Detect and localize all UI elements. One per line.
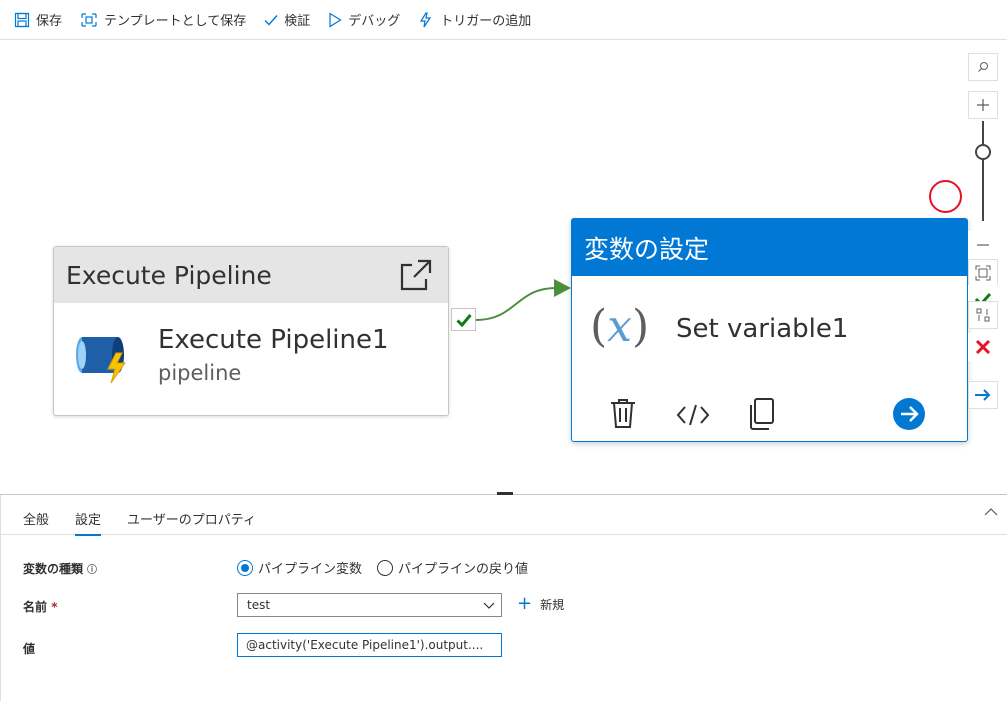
code-icon[interactable]: [676, 403, 710, 427]
checkmark-icon: [264, 14, 278, 26]
tab-settings[interactable]: 設定: [75, 509, 102, 536]
chevron-up-icon[interactable]: [984, 507, 998, 517]
value-expression-input[interactable]: @activity('Execute Pipeline1').output...…: [237, 633, 502, 657]
activity-name: Execute Pipeline1: [158, 325, 389, 355]
variable-type-label: 変数の種類 ⓘ: [23, 560, 97, 577]
activity-header: 変数の設定: [572, 219, 967, 276]
property-tabs: 全般 設定 ユーザーのプロパティ: [1, 495, 1007, 536]
tab-user-properties[interactable]: ユーザーのプロパティ: [127, 509, 256, 528]
zoom-out-button[interactable]: [968, 231, 998, 259]
new-variable-button[interactable]: + 新規: [517, 595, 564, 613]
save-as-template-button[interactable]: テンプレートとして保存: [80, 0, 246, 40]
radio-unselected-indicator: [377, 559, 393, 576]
fit-icon: [975, 265, 991, 281]
new-variable-label: 新規: [540, 597, 565, 612]
error-indicator-circle: [929, 180, 962, 213]
zoom-slider-track[interactable]: [982, 121, 984, 221]
activity-header: Execute Pipeline: [54, 247, 448, 303]
auto-align-icon: [976, 308, 990, 322]
save-button[interactable]: 保存: [14, 0, 62, 40]
plus-icon: +: [517, 593, 533, 614]
delete-icon[interactable]: [608, 397, 638, 429]
info-icon[interactable]: ⓘ: [87, 565, 97, 576]
activity-type-label: Execute Pipeline: [66, 260, 272, 290]
variable-name-dropdown[interactable]: test: [237, 593, 502, 617]
arrow-circle-icon[interactable]: [892, 397, 926, 431]
radio-pipeline-variable-label: パイプライン変数: [258, 562, 363, 577]
activity-subtype: pipeline: [158, 361, 242, 385]
radio-pipeline-return-value[interactable]: パイプラインの戻り値: [377, 558, 528, 577]
value-expression-text: @activity('Execute Pipeline1').output...…: [246, 638, 484, 652]
open-external-icon[interactable]: [398, 257, 434, 293]
save-label: 保存: [36, 14, 63, 29]
debug-label: デバッグ: [348, 14, 401, 29]
save-icon: [14, 12, 30, 27]
red-x-icon: [975, 339, 991, 355]
checkmark-icon: [455, 313, 472, 327]
toolbar: 保存 テンプレートとして保存 検証 デバッグ トリガーの追加: [0, 0, 1007, 40]
radio-pipeline-return-label: パイプラインの戻り値: [398, 562, 529, 577]
tab-general[interactable]: 全般: [23, 509, 49, 528]
activity-name: Set variable1: [676, 314, 849, 344]
add-trigger-label: トリガーの追加: [440, 14, 532, 29]
search-button[interactable]: [968, 53, 998, 81]
zoom-in-button[interactable]: [968, 91, 998, 119]
validate-button[interactable]: 検証: [264, 0, 310, 40]
properties-panel: 全般 設定 ユーザーのプロパティ 変数の種類 ⓘ パイプライン変数 パイプラインの…: [0, 495, 1007, 701]
search-icon: [978, 62, 988, 72]
execute-pipeline-icon: [76, 337, 126, 384]
required-asterisk: *: [51, 600, 58, 614]
radio-selected-indicator: [237, 559, 253, 576]
variable-type-text: 変数の種類: [23, 562, 84, 576]
expand-panel-button[interactable]: [968, 381, 998, 409]
trigger-icon: [420, 11, 432, 27]
execute-pipeline-activity[interactable]: Execute Pipeline Execute Pipeline1 pipel…: [53, 246, 449, 416]
save-as-template-label: テンプレートとして保存: [104, 14, 247, 29]
validate-label: 検証: [284, 14, 311, 29]
radio-pipeline-variable[interactable]: パイプライン変数: [237, 558, 362, 577]
play-icon: [329, 11, 342, 28]
minus-icon: [977, 244, 989, 246]
variable-icon: (x): [590, 301, 650, 352]
name-label: 名前 *: [23, 598, 57, 615]
plus-icon: [977, 99, 989, 111]
delete-error-button[interactable]: [968, 333, 998, 361]
set-variable-activity[interactable]: 変数の設定 (x) Set variable1: [571, 218, 968, 442]
debug-button[interactable]: デバッグ: [328, 0, 400, 40]
success-connector[interactable]: [476, 266, 576, 326]
add-trigger-button[interactable]: トリガーの追加: [418, 0, 531, 40]
variable-name-value: test: [247, 598, 271, 612]
zoom-slider-handle[interactable]: [975, 144, 991, 160]
activity-type-label: 変数の設定: [584, 234, 710, 264]
success-output-port[interactable]: [451, 308, 476, 331]
arrow-right-icon: [975, 389, 991, 401]
auto-align-button[interactable]: [968, 301, 998, 329]
pipeline-canvas[interactable]: Execute Pipeline Execute Pipeline1 pipel…: [0, 41, 1007, 494]
value-label: 値: [23, 640, 35, 657]
chevron-down-icon: [483, 602, 495, 609]
template-icon: [81, 12, 97, 27]
value-label-text: 値: [23, 642, 36, 656]
copy-icon[interactable]: [747, 397, 777, 431]
name-label-text: 名前: [23, 600, 48, 614]
fit-to-window-button[interactable]: [968, 259, 998, 287]
